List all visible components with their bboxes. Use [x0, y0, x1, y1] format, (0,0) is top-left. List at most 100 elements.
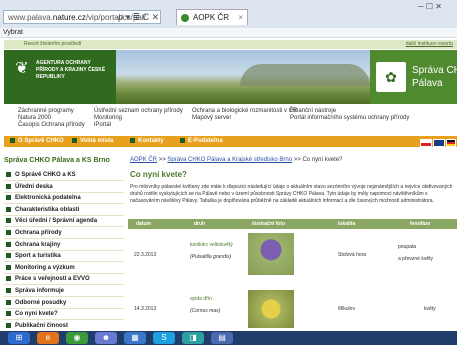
sidebar-item[interactable]: Správa informuje: [4, 286, 124, 297]
th-datum: datum: [136, 221, 151, 227]
nav-volna-mista[interactable]: Volná místa: [72, 136, 113, 147]
link-casopis[interactable]: Časopis Ochrana přírody: [18, 122, 85, 129]
sprava-title: Správa CHKO Pálava: [412, 64, 457, 90]
intro-paragraph: Pro milovníky pálavské květeny zde máte …: [130, 184, 453, 204]
cell-locality: Mikulov: [338, 306, 355, 312]
link-ochrana[interactable]: Ochrana a biologické rozmanitosti v ČR: [192, 108, 297, 115]
nav-label: O Správě CHKO: [18, 138, 64, 144]
sidebar-item-label: Věci úřední / Správní agenda: [15, 218, 98, 225]
vybrat-label[interactable]: Vybrat: [3, 29, 23, 36]
link-portal[interactable]: Portál informačního systému ochrany přír…: [290, 115, 409, 122]
ministry-strip: Resort životního prostředí další institu…: [4, 40, 457, 49]
sidebar-item[interactable]: Práce s veřejností a EVVO: [4, 274, 124, 286]
th-foto: ilustrační foto: [252, 221, 286, 227]
sidebar-item[interactable]: Ochrana krajiny: [4, 240, 124, 251]
taskbar-button[interactable]: S: [153, 332, 175, 344]
cell-phase: květy: [424, 306, 436, 312]
top-links-col3: Ochrana a biologické rozmanitosti v ČR M…: [192, 108, 297, 122]
aopk-logo-icon: ❦: [15, 60, 29, 77]
flag-en-icon[interactable]: [433, 139, 445, 147]
link-natura[interactable]: Natura 2000: [18, 115, 85, 122]
url-domain: nature.cz: [52, 13, 86, 22]
cell-date: 14.3.2013: [134, 306, 157, 312]
sidebar-item-label: Ochrana přírody: [15, 230, 62, 236]
link-monitoring[interactable]: Monitoring: [94, 115, 183, 122]
sidebar-item-label: Elektronická podatelna: [15, 195, 81, 202]
ministry-link[interactable]: Resort životního prostředí: [24, 41, 81, 47]
cell-date: 22.3.2013: [134, 252, 157, 258]
sidebar-item[interactable]: O Správě CHKO a KS: [4, 170, 124, 181]
link-iportal[interactable]: iPortál: [94, 122, 183, 129]
sidebar-item[interactable]: Sport a turistika: [4, 251, 124, 263]
taskbar-button[interactable]: ☻: [95, 332, 117, 344]
link-zachranne-programy[interactable]: Záchranné programy: [18, 108, 85, 115]
bullet-icon: [6, 311, 11, 317]
bullet-icon: [6, 171, 11, 177]
browser-tab[interactable]: AOPK ČR ×: [176, 9, 248, 25]
cornus-photo[interactable]: [248, 290, 294, 328]
bullet-icon: [6, 241, 11, 247]
sidebar-item-label: Úřední deska: [15, 183, 53, 190]
bullet-icon: [130, 137, 135, 143]
sidebar-item-label: Sport a turistika: [15, 253, 61, 260]
bullet-icon: [6, 183, 11, 189]
sidebar-item[interactable]: Ochrana přírody: [4, 228, 124, 239]
bullet-icon: [72, 137, 77, 143]
nav-e-podatelna[interactable]: E-Podatelna: [180, 136, 223, 147]
th-druh: druh: [194, 221, 206, 227]
taskbar-button[interactable]: ⊞: [8, 332, 30, 344]
cell-phase-2: a převzné květy: [398, 256, 434, 262]
sidebar-item-label: Správa informuje: [15, 288, 65, 294]
top-links-col1: Záchranné programy Natura 2000 Časopis O…: [18, 108, 85, 129]
crumb-sprava[interactable]: Správa CHKO Pálava a Krajské středisko B…: [167, 157, 292, 163]
taskbar-button[interactable]: ◨: [182, 332, 204, 344]
sidebar-item-label: Odborné posudky: [15, 299, 67, 306]
flag-cz-icon[interactable]: [420, 139, 432, 147]
agency-name: AGENTURA OCHRANY PŘÍRODY A KRAJINY ČESKÉ…: [36, 60, 106, 80]
sidebar-item[interactable]: Charakteristika oblasti: [4, 205, 124, 216]
bullet-icon: [180, 137, 185, 143]
pulsatilla-photo[interactable]: [248, 233, 294, 275]
sidebar-item[interactable]: Věci úřední / Správní agenda: [4, 216, 124, 228]
sidebar-item-label: Ochrana krajiny: [15, 241, 61, 248]
url-prefix: www.palava.: [8, 13, 53, 22]
cell-species-latin: (Pulsatilla grandis): [190, 254, 232, 260]
other-institutions-link[interactable]: další instituce resortu: [406, 40, 453, 49]
table-header: [128, 219, 457, 229]
link-ustredni-seznam[interactable]: Ústřední seznam ochrany přírody: [94, 108, 183, 115]
address-bar-controls[interactable]: ρ ▾ ≣ C ✕: [118, 10, 159, 24]
sidebar-title: Správa CHKO Pálava a KS Brno: [4, 157, 110, 164]
cell-locality: Stolová hora: [338, 252, 367, 258]
nav-o-sprave[interactable]: O Správě CHKO: [10, 136, 64, 147]
bullet-icon: [6, 276, 11, 282]
sidebar-item-label: Práce s veřejností a EVVO: [15, 276, 90, 283]
sidebar-item[interactable]: Úřední deska: [4, 182, 124, 193]
sidebar-item[interactable]: Co nyní kvete?: [4, 309, 124, 321]
taskbar-button[interactable]: e: [37, 332, 59, 344]
link-financni[interactable]: Finanční nástroje: [290, 108, 409, 115]
sidebar-item-label: O Správě CHKO a KS: [15, 172, 76, 178]
top-links-col4: Finanční nástroje Portál informačního sy…: [290, 108, 409, 122]
th-lokalita: lokalita: [338, 221, 356, 227]
nav-kontakty[interactable]: Kontakty: [130, 136, 164, 147]
top-links-col2: Ústřední seznam ochrany přírody Monitori…: [94, 108, 183, 129]
window-controls[interactable]: ─ ☐ ✕: [418, 2, 442, 11]
crumb-aopk[interactable]: AOPK ČR: [130, 157, 157, 163]
th-fenofaze: fenofáze: [410, 221, 431, 227]
taskbar-button[interactable]: ▤: [211, 332, 233, 344]
tab-title: AOPK ČR: [193, 13, 230, 22]
bullet-icon: [6, 253, 11, 259]
breadcrumb: AOPK ČR >> Správa CHKO Pálava a Krajské …: [130, 157, 457, 163]
taskbar-button[interactable]: ▦: [124, 332, 146, 344]
nav-label: Volná místa: [80, 138, 114, 144]
link-mapovy-server[interactable]: Mapový server: [192, 115, 297, 122]
flag-de-icon[interactable]: [446, 139, 456, 147]
tab-close-icon[interactable]: ×: [238, 10, 243, 26]
sidebar-item-label: Co nyní kvete?: [15, 311, 58, 318]
sidebar-item[interactable]: Elektronická podatelna: [4, 193, 124, 205]
bullet-icon: [6, 206, 11, 212]
bullet-icon: [6, 195, 11, 201]
sidebar-item[interactable]: Odborné posudky: [4, 298, 124, 309]
taskbar-button[interactable]: ◉: [66, 332, 88, 344]
sidebar-item[interactable]: Monitoring a výzkum: [4, 263, 124, 274]
